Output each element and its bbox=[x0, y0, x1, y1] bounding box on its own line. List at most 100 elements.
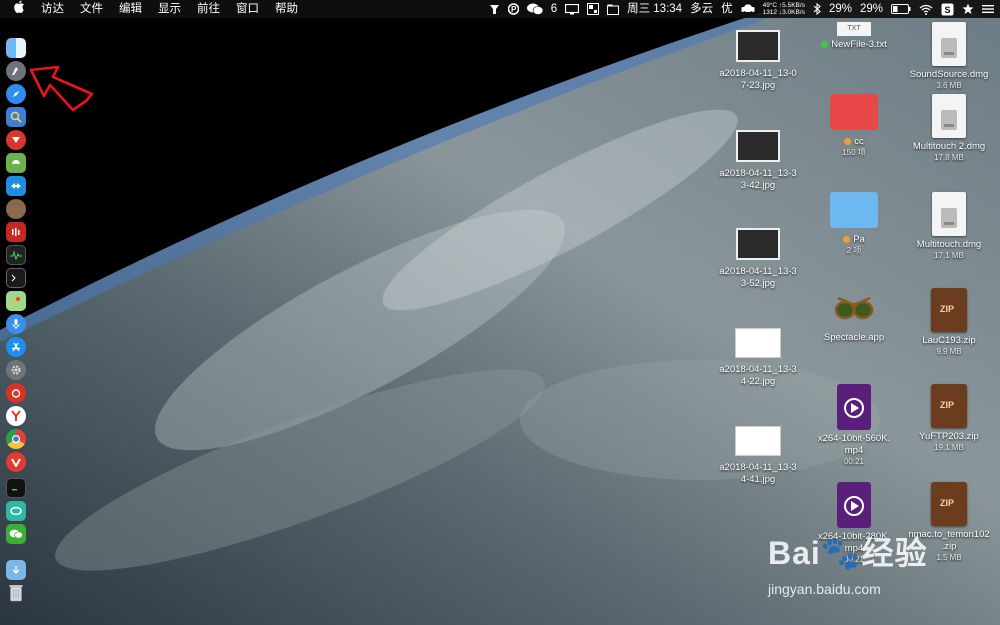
wechat-icon[interactable] bbox=[6, 524, 26, 544]
notification-count[interactable]: 6 bbox=[551, 0, 557, 18]
video-duration: 00:21 bbox=[843, 457, 865, 466]
weather-text[interactable]: 多云 bbox=[690, 0, 713, 18]
display-icon[interactable] bbox=[565, 3, 580, 15]
downloads-folder-icon[interactable] bbox=[6, 560, 26, 580]
safari-icon[interactable] bbox=[6, 84, 26, 104]
txt-file-icon: TXT bbox=[837, 22, 871, 36]
vivaldi-icon[interactable] bbox=[6, 452, 26, 472]
cpu-percent[interactable]: 29% bbox=[829, 0, 852, 18]
car-icon[interactable] bbox=[741, 4, 755, 14]
folder-name-row: cc bbox=[808, 136, 900, 148]
net-down-text: ↓3.0KB/s bbox=[778, 9, 805, 16]
file-name: Multitouch 2.dmg bbox=[912, 141, 986, 152]
zip-file-icon: ZIP bbox=[931, 384, 967, 428]
dmg-file-icon bbox=[932, 94, 966, 138]
green-tag-dot bbox=[821, 40, 829, 48]
desktop-file-shot2[interactable]: a2018-04-11_13-3 3-42.jpg bbox=[708, 130, 808, 192]
trash-icon[interactable] bbox=[6, 583, 26, 603]
screenshot-thumbnail bbox=[736, 228, 780, 260]
weather-quality[interactable]: 优 bbox=[721, 0, 733, 18]
favorites-star-icon[interactable] bbox=[962, 3, 974, 15]
folder-status-icon[interactable] bbox=[607, 4, 620, 15]
file-name: NewFile-3.txt bbox=[831, 39, 887, 50]
sync-app-icon[interactable] bbox=[6, 501, 26, 521]
desktop-folder-cc[interactable]: cc 150 项 bbox=[808, 94, 900, 158]
menu-help[interactable]: 帮助 bbox=[275, 0, 298, 18]
watermark-url: jingyan.baidu.com bbox=[768, 581, 881, 597]
siri-icon[interactable] bbox=[6, 314, 26, 334]
menu-edit[interactable]: 编辑 bbox=[119, 0, 142, 18]
desktop-file-mp4a[interactable]: x264-10bit-560K. mp4 00:21 bbox=[808, 384, 900, 467]
desktop-app-spectacle[interactable]: Spectacle.app bbox=[808, 288, 900, 344]
folder-icon bbox=[830, 192, 878, 228]
apple-menu-icon[interactable] bbox=[14, 0, 25, 19]
maps-icon[interactable] bbox=[6, 291, 26, 311]
window-manager-icon[interactable] bbox=[587, 3, 600, 15]
music-app-icon[interactable] bbox=[6, 222, 26, 242]
screenshot-thumbnail bbox=[735, 328, 781, 358]
baidu-jingyan-watermark: Bai🐾经验 jingyan.baidu.com bbox=[768, 535, 928, 597]
wifi-icon[interactable] bbox=[919, 4, 933, 15]
net-up-text: ↑5.5KB/s bbox=[778, 2, 805, 9]
desktop-file-lauc[interactable]: ZIP LauC193.zip 9.9 MB bbox=[898, 288, 1000, 357]
desktop-file-txt[interactable]: TXT NewFile-3.txt bbox=[808, 22, 900, 51]
clock[interactable]: 周三 13:34 bbox=[627, 0, 682, 18]
zip-badge: ZIP bbox=[940, 400, 955, 410]
file-name-row: NewFile-3.txt bbox=[808, 39, 900, 51]
menu-file[interactable]: 文件 bbox=[80, 0, 103, 18]
bluetooth-icon[interactable] bbox=[813, 3, 821, 15]
zip-file-icon: ZIP bbox=[931, 288, 967, 332]
screenshot-thumbnail bbox=[736, 30, 780, 62]
finder-icon[interactable] bbox=[6, 38, 26, 58]
activity-monitor-icon[interactable] bbox=[6, 245, 26, 265]
temperature-text: 49°C bbox=[762, 2, 778, 9]
coin-app-icon[interactable] bbox=[6, 199, 26, 219]
control-menu-icon[interactable] bbox=[982, 4, 994, 14]
menu-view[interactable]: 显示 bbox=[158, 0, 181, 18]
netease-music-icon[interactable] bbox=[6, 383, 26, 403]
wechat-status-icon[interactable] bbox=[526, 3, 543, 15]
desktop-file-multitouch[interactable]: Multitouch.dmg 17.1 MB bbox=[898, 192, 1000, 261]
desktop-file-shot5[interactable]: a2018-04-11_13-3 4-41.jpg bbox=[708, 426, 808, 486]
file-name: a2018-04-11_13-3 bbox=[719, 168, 797, 179]
file-size: 19.1 MB bbox=[934, 443, 964, 452]
android-studio-icon[interactable] bbox=[6, 153, 26, 173]
file-size: 17.1 MB bbox=[934, 251, 964, 260]
cpu-freq-text: 1312 bbox=[762, 9, 778, 16]
battery-percent[interactable]: 29% bbox=[860, 0, 883, 18]
battery-icon[interactable] bbox=[891, 4, 911, 14]
system-preferences-icon[interactable] bbox=[6, 360, 26, 380]
file-name: a2018-04-11_13-3 bbox=[719, 364, 797, 375]
dock bbox=[0, 36, 32, 606]
launchpad-icon[interactable] bbox=[6, 61, 26, 81]
system-monitor[interactable]: 49°C ↑5.5KB/s 1312 ↓3.0KB/s bbox=[763, 2, 805, 16]
terminal-2-icon[interactable] bbox=[6, 478, 26, 498]
file-name: a2018-04-11_13-0 bbox=[719, 68, 797, 79]
menu-go[interactable]: 前往 bbox=[197, 0, 220, 18]
mail-app-icon[interactable] bbox=[6, 130, 26, 150]
file-name-line2: 4-22.jpg bbox=[740, 376, 776, 387]
file-name: YuFTP203.zip bbox=[919, 431, 979, 442]
video-file-icon bbox=[837, 384, 871, 430]
desktop-file-shot1[interactable]: a2018-04-11_13-0 7-23.jpg bbox=[708, 30, 808, 92]
preview-icon[interactable] bbox=[6, 107, 26, 127]
menu-finder[interactable]: 访达 bbox=[41, 0, 64, 18]
desktop-file-shot4[interactable]: a2018-04-11_13-3 4-22.jpg bbox=[708, 328, 808, 388]
file-name: a2018-04-11_13-3 bbox=[719, 462, 797, 473]
yandex-browser-icon[interactable] bbox=[6, 406, 26, 426]
s-app-icon[interactable]: S bbox=[941, 3, 954, 16]
desktop-file-yuftp[interactable]: ZIP YuFTP203.zip 19.1 MB bbox=[898, 384, 1000, 453]
p-app-icon[interactable]: P bbox=[507, 3, 519, 15]
terminal-icon[interactable] bbox=[6, 268, 26, 288]
orange-tag-dot bbox=[844, 137, 852, 145]
bartender-icon[interactable] bbox=[489, 4, 500, 15]
teamviewer-icon[interactable] bbox=[6, 176, 26, 196]
app-store-icon[interactable] bbox=[6, 337, 26, 357]
desktop-file-multitouch2[interactable]: Multitouch 2.dmg 17.8 MB bbox=[898, 94, 1000, 163]
desktop-folder-pa[interactable]: Pa 2 项 bbox=[808, 192, 900, 256]
desktop-file-soundsource[interactable]: SoundSource.dmg 3.6 MB bbox=[898, 22, 1000, 91]
chrome-icon[interactable] bbox=[6, 429, 26, 449]
desktop-file-shot3[interactable]: a2018-04-11_13-3 3-52.jpg bbox=[708, 228, 808, 290]
folder-icon bbox=[830, 94, 878, 130]
menu-window[interactable]: 窗口 bbox=[236, 0, 259, 18]
